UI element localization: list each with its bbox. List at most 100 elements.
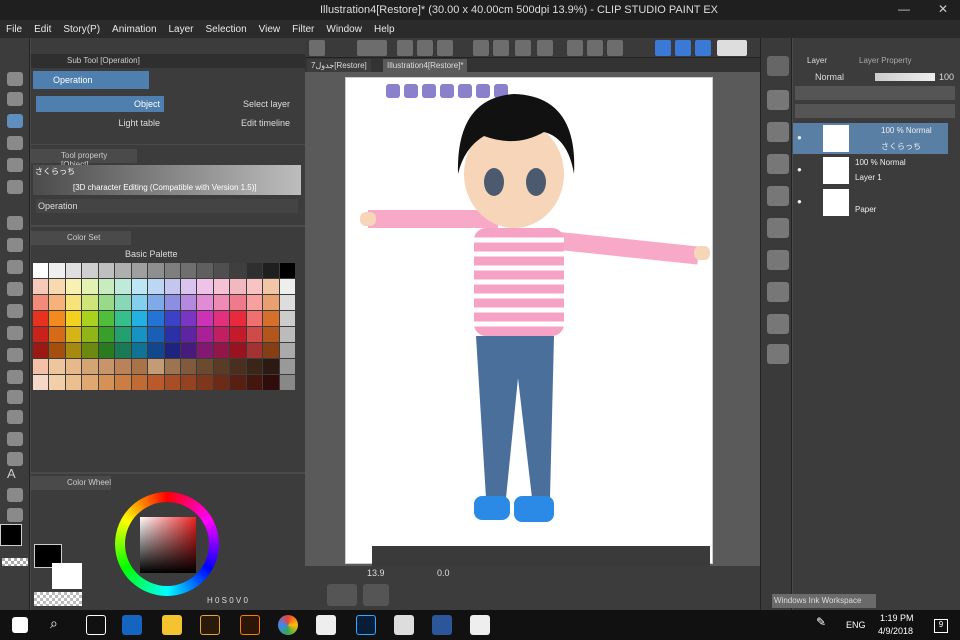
color-swatch[interactable] [263,295,279,310]
color-swatch[interactable] [131,295,148,310]
color-swatch[interactable] [115,279,131,294]
color-swatch[interactable] [180,295,197,310]
color-swatch[interactable] [164,295,180,310]
color-swatch[interactable] [230,311,246,326]
snap-special-ruler-icon[interactable] [675,40,691,56]
text-tool-icon[interactable]: A [7,466,23,481]
main-color-chip[interactable] [0,524,22,546]
color-swatch[interactable] [148,295,164,310]
color-swatch[interactable] [49,343,65,358]
color-swatch[interactable] [164,327,180,342]
color-swatch[interactable] [49,375,65,390]
correction-tool-icon[interactable] [7,508,23,522]
color-swatch[interactable] [82,295,98,310]
history-icon[interactable] [767,282,789,302]
task-view-icon[interactable] [86,615,106,635]
zoom-value[interactable]: 13.9 [367,568,385,578]
undo-icon[interactable] [473,40,489,56]
brush-tool-icon[interactable] [7,260,23,274]
bridge-icon[interactable] [200,615,220,635]
color-swatch[interactable] [213,295,230,310]
snap-grid-icon[interactable] [695,40,711,56]
opacity-slider[interactable] [875,73,935,81]
color-swatch[interactable] [263,279,279,294]
open-icon[interactable] [417,40,433,56]
color-swatch[interactable] [164,263,180,278]
color-swatch[interactable] [131,311,148,326]
color-swatch[interactable] [98,311,115,326]
color-swatch[interactable] [230,375,246,390]
color-swatch[interactable] [279,375,295,390]
color-swatch[interactable] [148,327,164,342]
color-swatch[interactable] [98,375,115,390]
blend-mode-select[interactable]: Normal [815,72,844,82]
tab-layer-property[interactable]: Layer Property [859,56,911,65]
pen-icon[interactable]: ✎ [816,615,836,635]
layer-row-selected[interactable]: ● 100 % Normal さくらっち [793,123,948,154]
color-swatch[interactable] [230,327,246,342]
color-swatch[interactable] [213,311,230,326]
color-swatch[interactable] [115,359,131,374]
color-swatch[interactable] [164,359,180,374]
eraser-tool-icon[interactable] [7,326,23,340]
help-icon[interactable] [717,40,747,56]
color-swatch[interactable] [33,263,49,278]
color-swatch[interactable] [33,295,49,310]
gradient-tool-icon[interactable] [7,390,23,404]
color-swatch[interactable] [82,279,98,294]
color-swatch[interactable] [49,311,65,326]
color-swatch[interactable] [115,375,131,390]
color-swatch[interactable] [246,311,263,326]
color-swatch[interactable] [82,263,98,278]
color-swatch[interactable] [33,359,49,374]
color-swatch[interactable] [115,263,131,278]
menu-edit[interactable]: Edit [28,24,57,35]
color-swatch[interactable] [246,359,263,374]
item-bank-icon[interactable] [767,344,789,364]
pen-tool-icon[interactable] [7,216,23,230]
color-swatch[interactable] [180,375,197,390]
auto-action-icon[interactable] [767,314,789,334]
color-swatch[interactable] [98,343,115,358]
sub-view-icon[interactable] [767,218,789,238]
menu-layer[interactable]: Layer [163,24,200,35]
balloon-tool-icon[interactable] [7,488,23,502]
color-swatch[interactable] [230,279,246,294]
navigator-icon[interactable] [767,186,789,206]
color-swatch[interactable] [279,295,295,310]
color-swatch[interactable] [49,327,65,342]
eye-icon[interactable]: ● [797,133,802,142]
color-swatch[interactable] [65,295,82,310]
color-swatch[interactable] [180,311,197,326]
pencil-tool-icon[interactable] [7,238,23,252]
sub-drawing-color[interactable] [52,563,82,589]
notifications-icon[interactable]: 9 [934,619,948,633]
color-swatch[interactable] [197,263,213,278]
color-swatch[interactable] [65,359,82,374]
saturation-square[interactable] [140,517,196,573]
menu-view[interactable]: View [253,24,287,35]
color-swatch[interactable] [33,327,49,342]
clip-studio-icon[interactable] [357,40,387,56]
color-swatch[interactable] [279,359,295,374]
color-swatch[interactable] [263,359,279,374]
search-icon[interactable] [767,56,789,76]
color-swatch[interactable] [230,295,246,310]
info-icon[interactable] [767,250,789,270]
color-swatch[interactable] [197,295,213,310]
clear-icon[interactable] [515,40,531,56]
quick-access-icon[interactable] [767,154,789,174]
object-subtool[interactable]: Object [36,96,164,112]
color-swatch[interactable] [197,279,213,294]
transparent-color[interactable] [34,592,82,606]
color-swatch[interactable] [148,311,164,326]
color-swatch[interactable] [164,279,180,294]
color-swatch[interactable] [279,263,295,278]
color-swatch[interactable] [98,263,115,278]
color-swatch[interactable] [115,343,131,358]
color-swatch[interactable] [180,263,197,278]
color-swatch[interactable] [148,359,164,374]
color-swatch[interactable] [115,295,131,310]
3d-character-model[interactable] [346,78,713,564]
color-swatch[interactable] [131,279,148,294]
